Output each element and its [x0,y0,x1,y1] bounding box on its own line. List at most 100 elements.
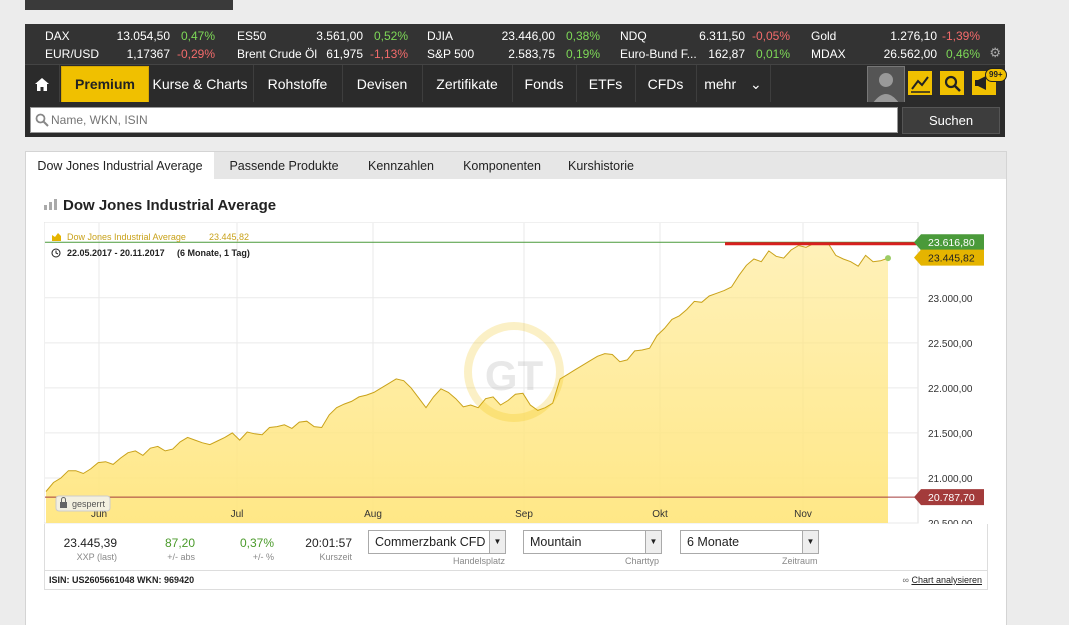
charttype-select[interactable]: Mountain ▼ [523,530,662,554]
charttype-select-value: Mountain [530,535,582,549]
nav-item-premium[interactable]: Premium [61,66,149,103]
svg-text:GT: GT [485,352,544,399]
range-select[interactable]: 6 Monate ▼ [680,530,819,554]
abs-change-label: +/- abs [167,552,195,562]
nav-item-label: Premium [75,76,135,92]
nav-item-label: Fonds [524,76,564,92]
nav-item-rohstoffe[interactable]: Rohstoffe [253,65,343,103]
ticker-name: Gold [811,29,837,43]
nav-item-label: Devisen [356,76,408,92]
pct-change-value: 0,37% [239,536,274,550]
tab-bar: Dow Jones Industrial Average Passende Pro… [25,151,1007,181]
quote-time: 20:01:57 Kurszeit [290,536,352,562]
nav-item-zertifikate[interactable]: Zertifikate [422,65,513,103]
x-tick-label: Aug [364,509,382,520]
low-value-tag: 20.787,70 [914,489,984,506]
venue-select[interactable]: Commerzbank CFD ▼ [368,530,506,554]
last-value-tag-text: 23.445,82 [928,253,975,265]
nav-item-label: Rohstoffe [267,76,328,92]
chevron-down-icon: ⌄ [746,76,762,92]
venue-select-value: Commerzbank CFD [375,535,486,549]
ticker-change: 0,46% [945,47,980,61]
chevron-down-icon: ▼ [802,531,818,553]
high-value-tag: 23.616,80 [914,234,984,251]
x-tick-label: Jul [231,509,244,520]
last-price-value: 23.445,39 [63,536,117,550]
avatar[interactable] [867,66,905,104]
abs-change-value: 87,20 [164,536,195,550]
series-legend-value: 23.445,82 [209,232,249,242]
search-row: Suchen [25,102,1005,137]
y-tick-label: 22.500,00 [928,339,973,350]
quote-time-value: 20:01:57 [305,536,352,550]
tab-passende-produkte[interactable]: Passende Produkte [216,152,352,180]
charttype-label: Charttyp [625,556,660,566]
price-chart[interactable]: 23.000,00 22.500,00 22.000,00 21.500,00 21.0… [44,222,986,524]
bar-chart-icon [44,199,57,210]
locked-badge: gesperrt [55,495,111,512]
ticker-item[interactable]: Gold 1.276,10 -1,39% [25,27,1005,45]
chart-trend-button[interactable] [908,71,932,95]
home-icon [35,78,49,91]
quote-time-label: Kurszeit [319,552,352,562]
lock-icon [60,502,67,508]
nav-item-etfs[interactable]: ETFs [576,65,636,103]
abs-change: 87,20 +/- abs [130,536,195,562]
ticker-name: MDAX [811,47,846,61]
nav-item-kurse-charts[interactable]: Kurse & Charts [147,65,254,103]
search-button[interactable] [940,71,964,95]
notification-badge: 99+ [985,68,1007,82]
last-price: 23.445,39 XXP (last) [44,536,117,562]
tab-komponenten[interactable]: Komponenten [450,152,554,180]
chart-trend-icon [911,76,930,93]
search-box[interactable] [30,107,898,133]
page-title: Dow Jones Industrial Average [44,197,276,214]
search-button[interactable]: Suchen [902,107,1000,134]
x-tick-label: Okt [652,509,668,520]
nav-item-label: mehr [704,76,737,92]
last-point [885,255,891,262]
nav-item-devisen[interactable]: Devisen [342,65,423,103]
pct-change: 0,37% +/- % [210,536,274,562]
range-label: Zeitraum [782,556,818,566]
user-icon [873,73,899,103]
isin-text: ISIN: US2605661048 WKN: 969420 [49,575,195,585]
x-tick-label: Sep [515,509,533,520]
ticker-value: 26.562,00 [883,47,937,61]
nav-item-fonds[interactable]: Fonds [512,65,577,103]
home-button[interactable] [25,65,60,103]
venue-label: Handelsplatz [453,556,506,566]
nav-item-label: Kurse & Charts [152,76,248,92]
pct-change-label: +/- % [252,552,274,562]
last-value-tag: 23.445,82 [914,249,984,266]
chart-analyze-link[interactable]: ∞ Chart analysieren [903,571,982,589]
tab-kurshistorie[interactable]: Kurshistorie [556,152,646,180]
page-title-text: Dow Jones Industrial Average [63,197,277,214]
tab-dow-jones-industrial-average[interactable]: Dow Jones Industrial Average [26,152,214,181]
gear-icon[interactable]: ⚙ [989,45,1001,61]
nav-item-mehr[interactable]: mehr ⌄ [696,65,771,103]
main-nav: Premium Kurse & Charts Rohstoffe Devisen Zer… [25,64,1007,104]
isin-row: ISIN: US2605661048 WKN: 969420 ∞ Chart a… [44,570,988,590]
nav-item-label: CFDs [647,76,684,92]
y-tick-label: 21.500,00 [928,429,973,440]
nav-item-label: ETFs [588,76,623,92]
y-tick-label: 21.000,00 [928,474,973,485]
x-tick-label: Nov [794,509,812,520]
nav-item-cfds[interactable]: CFDs [635,65,697,103]
tab-kennzahlen[interactable]: Kennzahlen [354,152,448,180]
chevron-down-icon: ▼ [489,531,505,553]
top-bar-stub [25,0,233,10]
low-value-tag-text: 20.787,70 [928,492,975,504]
high-value-tag-text: 23.616,80 [928,237,975,249]
search-input[interactable] [31,108,893,132]
ticker-item[interactable]: MDAX 26.562,00 0,46% [25,45,1005,63]
date-range: 22.05.2017 - 20.11.2017 [67,248,165,258]
ticker-change: -1,39% [941,29,980,43]
chart-analyze-label: Chart analysieren [911,575,982,585]
search-icon [35,113,49,127]
nav-item-label: Zertifikate [436,76,498,92]
search-icon [944,75,961,92]
series-legend-label: Dow Jones Industrial Average [67,232,186,242]
last-price-label: XXP (last) [76,552,117,562]
